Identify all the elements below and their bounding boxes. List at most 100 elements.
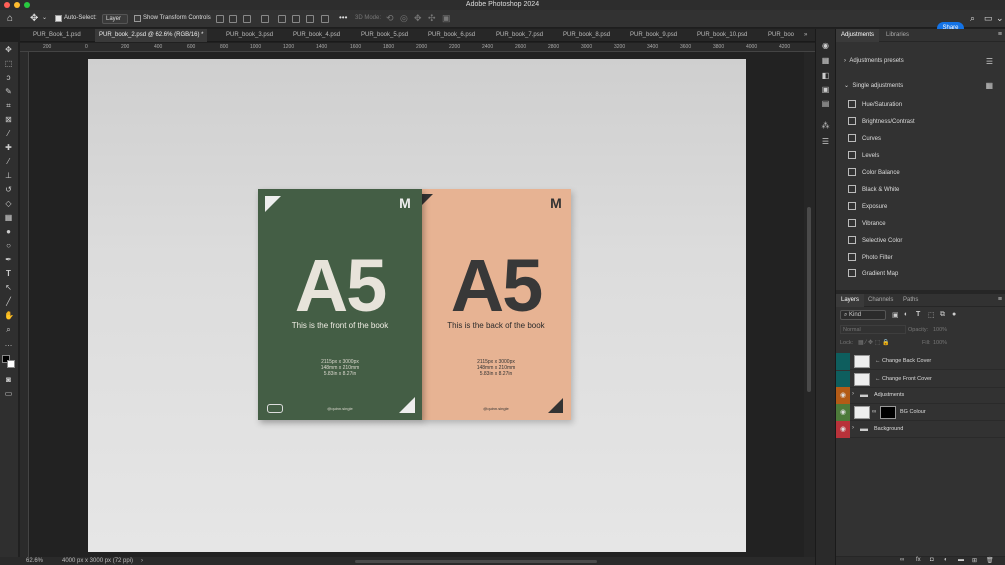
new-adjustment-icon[interactable]: ◐ [944,557,948,563]
filter-pixel-icon[interactable]: ▣ [892,311,899,319]
chevron-down-icon[interactable]: ⌄ [42,14,47,21]
chevron-down-icon[interactable]: ⌄ [996,13,1004,24]
tabs-overflow-icon[interactable]: » [804,29,807,42]
adjustment-item[interactable]: Gradient Map [848,269,898,279]
tab-layers[interactable]: Layers [836,294,865,307]
blur-tool-icon[interactable]: ● [4,227,13,236]
crop-tool-icon[interactable]: ⌗ [4,101,13,110]
canvas-area[interactable]: M A5 This is the back of the book 2115px… [30,52,804,557]
properties-icon[interactable]: ◧ [821,71,830,80]
tab-document[interactable]: PUR_boo [768,29,794,42]
minimize-window-button[interactable] [14,2,20,8]
swatches-icon[interactable]: ▣ [821,85,830,94]
visibility-eye-icon[interactable]: ◉ [836,404,850,421]
more-options-icon[interactable]: ••• [339,13,347,22]
scroll-thumb[interactable] [807,207,811,392]
filter-shape-icon[interactable]: ⬚ [928,311,935,319]
tab-document[interactable]: PUR_book_8.psd [563,29,610,42]
distribute-vertical-icon[interactable] [321,15,329,23]
add-mask-icon[interactable]: ◘ [930,557,934,563]
layer-row[interactable]: ← Change Back Cover [836,353,1005,370]
3d-slide-icon[interactable]: ✣ [428,13,436,24]
chevron-right-icon[interactable]: › [852,425,854,431]
tab-paths[interactable]: Paths [898,294,923,307]
filter-toggle-icon[interactable]: ● [952,311,956,318]
quick-mask-icon[interactable]: ◙ [4,375,13,384]
align-middle-icon[interactable] [292,15,300,23]
adjustment-item[interactable]: Selective Color [848,236,902,246]
3d-roll-icon[interactable]: ◎ [400,13,408,24]
align-bottom-icon[interactable] [306,15,314,23]
vertical-scrollbar[interactable] [804,52,815,557]
grid-icon[interactable]: ▤ [821,99,830,108]
line-tool-icon[interactable]: ╱ [4,297,13,306]
lock-icons[interactable]: ▦ ⁄ ✥ ⬚ 🔒 [858,339,890,346]
marquee-tool-icon[interactable]: ⬚ [4,59,13,68]
eraser-tool-icon[interactable]: ◇ [4,199,13,208]
adjustment-item[interactable]: Black & White [848,185,899,195]
zoom-level[interactable]: 62.6% [26,558,43,564]
auto-select-dropdown[interactable]: Layer [102,14,128,24]
search-icon[interactable]: ⌕ [970,13,975,24]
home-icon[interactable]: ⌂ [7,13,13,24]
3d-rotate-icon[interactable]: ⟲ [386,13,394,24]
fx-icon[interactable]: fx [916,557,921,563]
adjustment-item[interactable]: Exposure [848,202,887,212]
adjustment-item[interactable]: Brightness/Contrast [848,117,915,127]
transform-controls-checkbox[interactable] [134,15,141,22]
visibility-eye-icon[interactable]: ◉ [836,421,850,438]
chevron-right-icon[interactable]: › [141,558,143,564]
front-cover-book[interactable]: M A5 This is the front of the book 2115p… [258,189,422,420]
align-top-icon[interactable] [278,15,286,23]
align-center-icon[interactable] [229,15,237,23]
learn-icon[interactable]: ◉ [821,41,830,50]
tab-channels[interactable]: Channels [863,294,898,307]
tab-document[interactable]: PUR_book_3.psd [226,29,273,42]
tab-document[interactable]: PUR_book_9.psd [630,29,677,42]
brush-tool-icon[interactable]: ⁄ [4,157,13,166]
tab-document[interactable]: PUR_book_10.psd [697,29,747,42]
adjustments-icon[interactable]: ☰ [821,137,830,146]
adjustment-item[interactable]: Curves [848,134,881,144]
type-tool-icon[interactable]: T [4,269,13,278]
maximize-window-button[interactable] [24,2,30,8]
workspace-icon[interactable]: ▭ [984,13,993,24]
blend-mode-dropdown[interactable]: Normal [840,325,906,334]
eyedropper-tool-icon[interactable]: ⁄ [4,129,13,138]
frame-tool-icon[interactable]: ⊠ [4,115,13,124]
background-color-swatch[interactable] [7,360,15,368]
gradient-tool-icon[interactable]: ▦ [4,213,13,222]
back-cover-book[interactable]: M A5 This is the back of the book 2115px… [421,189,571,420]
grid-view-icon[interactable]: ▦ [985,81,993,90]
layer-row[interactable]: ◉ ∞ BG Colour [836,404,1005,421]
tab-document[interactable]: PUR_book_7.psd [496,29,543,42]
path-select-icon[interactable]: ↖ [4,283,13,292]
adjustments-presets-row[interactable]: › Adjustments presets [844,58,904,64]
hand-tool-icon[interactable]: ✋ [4,311,14,320]
new-group-icon[interactable]: ▬ [958,557,964,563]
filter-adjustment-icon[interactable]: ◐ [904,311,908,318]
filter-type-icon[interactable]: T [916,311,920,318]
layer-row[interactable]: ◉ › ▬ Background [836,421,1005,438]
align-left-icon[interactable] [216,15,224,23]
delete-layer-icon[interactable]: 🗑 [986,557,994,564]
align-right-icon[interactable] [243,15,251,23]
move-tool-icon[interactable]: ✥ [4,45,13,54]
history-brush-icon[interactable]: ↺ [4,185,13,194]
healing-brush-icon[interactable]: ✚ [4,143,13,152]
adjustment-item[interactable]: Vibrance [848,219,886,229]
tab-document[interactable]: PUR_book_6.psd [428,29,475,42]
adjustment-item[interactable]: Photo Filter [848,253,893,263]
layer-row[interactable]: ← Change Front Cover [836,371,1005,388]
3d-scale-icon[interactable]: ▣ [442,13,451,24]
chevron-right-icon[interactable]: › [852,391,854,397]
tab-document[interactable]: PUR_book_4.psd [293,29,340,42]
libraries-icon[interactable]: ▦ [821,56,830,65]
zoom-tool-icon[interactable]: ⌕ [4,325,13,334]
dodge-tool-icon[interactable]: ○ [4,241,13,250]
pen-tool-icon[interactable]: ✒ [4,255,13,264]
layer-row[interactable]: ◉ › ▬ Adjustments [836,387,1005,404]
tab-adjustments[interactable]: Adjustments [836,29,880,42]
visibility-eye-icon[interactable]: ◉ [836,387,850,404]
horizontal-scroll-thumb[interactable] [355,560,597,563]
